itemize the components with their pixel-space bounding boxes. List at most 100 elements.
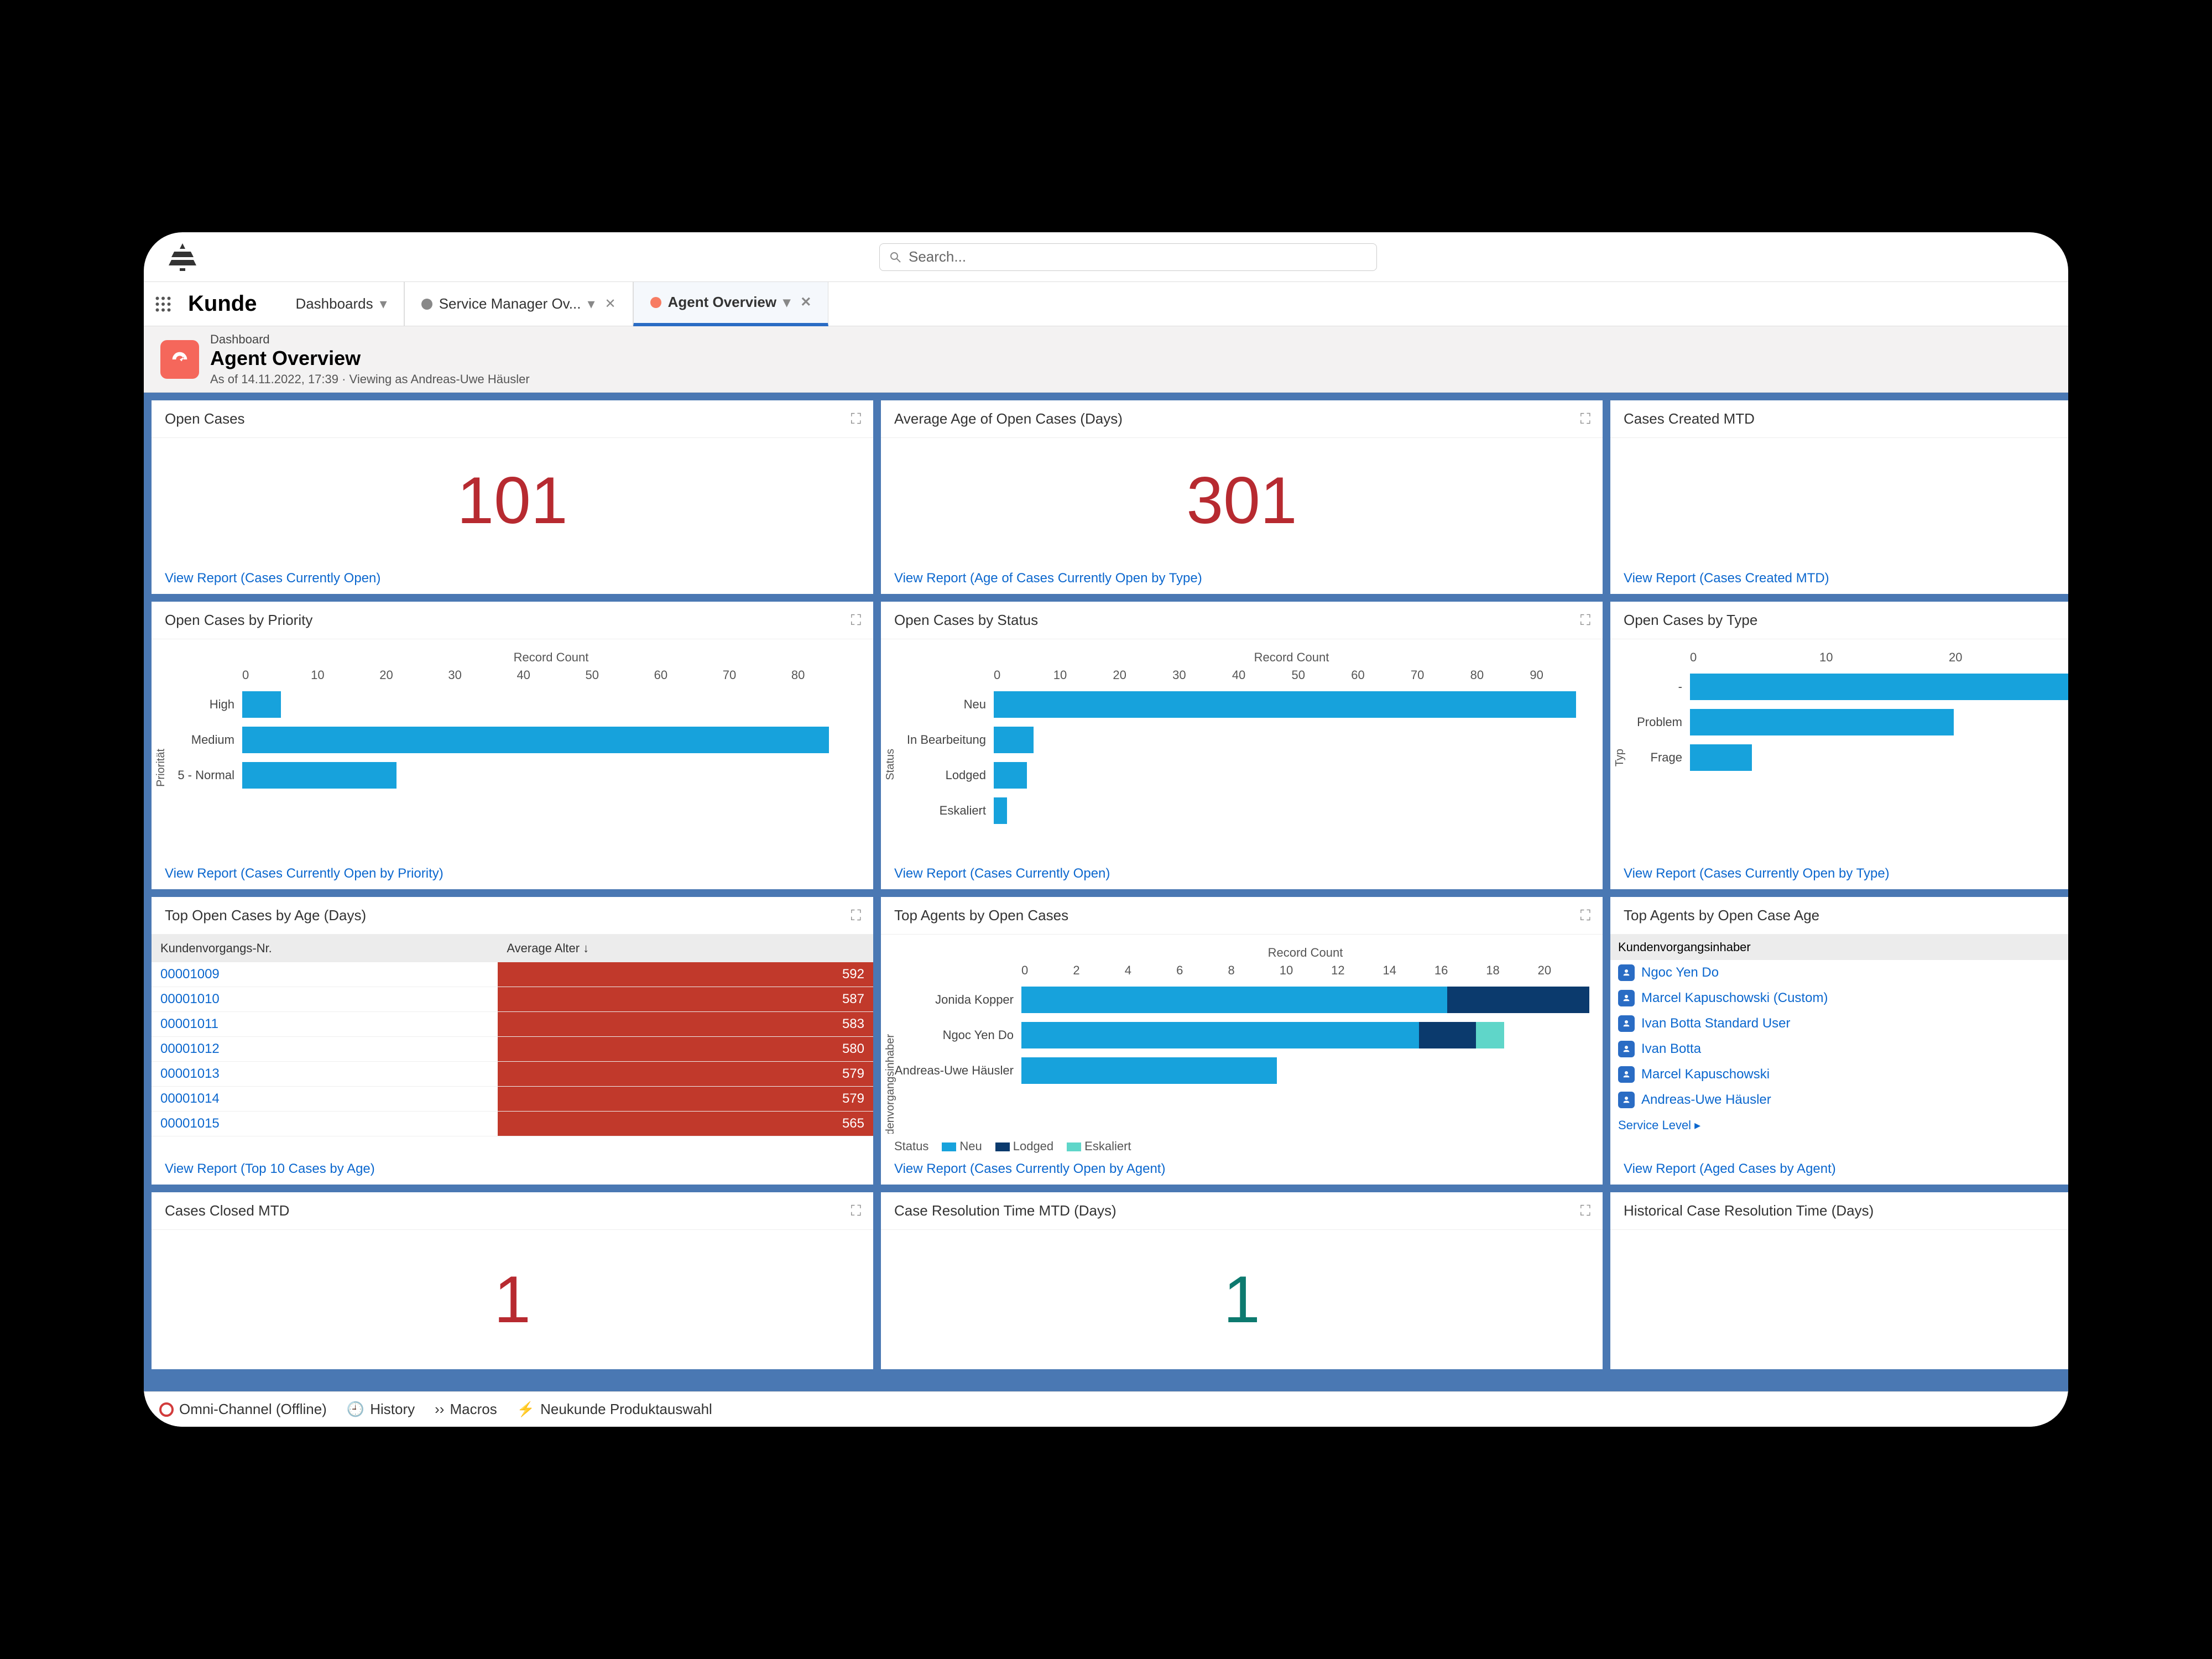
table-row: 00001013579 <box>152 1062 873 1087</box>
history-button[interactable]: 🕘History <box>347 1401 415 1418</box>
table-row: 00001015565 <box>152 1112 873 1136</box>
card-title: Historical Case Resolution Time (Days) <box>1610 1192 2068 1230</box>
cases-age-table: Kundenvorgangs-Nr. Average Alter ↓ 00001… <box>152 935 873 1136</box>
table-row: 00001014 579 <box>152 1087 873 1112</box>
table-header: Kundenvorgangsinhaber <box>1610 935 2068 960</box>
list-item: Ngoc Yen Do <box>1610 960 2068 985</box>
view-report-link[interactable]: View Report (Aged Cases by Agent) <box>1624 1161 1836 1176</box>
y-axis-label: Typ <box>1614 749 1626 766</box>
neukunde-button[interactable]: ⚡Neukunde Produktauswahl <box>517 1401 712 1418</box>
card-open-cases-by-type: Open Cases by Type ⛶ Typ 01020-ProblemFr… <box>1610 602 2068 889</box>
utility-bar: Omni-Channel (Offline) 🕘History ››Macros… <box>144 1391 2068 1427</box>
card-open-cases-by-status: Open Cases by Status ⛶ Status Record Cou… <box>881 602 1603 889</box>
table-header[interactable]: Kundenvorgangs-Nr. <box>152 935 498 962</box>
expand-icon[interactable]: ⛶ <box>851 1202 861 1220</box>
dashboard-grid: Open Cases ⛶ 101 View Report (Cases Curr… <box>144 393 2068 1391</box>
org-logo-icon <box>166 241 199 274</box>
app-launcher-icon[interactable] <box>144 294 182 314</box>
person-icon <box>1618 990 1635 1006</box>
omni-channel-button[interactable]: Omni-Channel (Offline) <box>159 1401 327 1418</box>
view-report-link[interactable]: View Report (Cases Currently Open) <box>894 866 1110 881</box>
expand-icon[interactable]: ⛶ <box>851 410 861 428</box>
expand-icon[interactable]: ⛶ <box>851 612 861 629</box>
macros-icon: ›› <box>435 1401 444 1418</box>
agent-link[interactable]: Ivan Botta <box>1641 1041 1701 1057</box>
expand-icon[interactable]: ⛶ <box>1580 1202 1590 1220</box>
expand-icon[interactable]: ⛶ <box>851 907 861 925</box>
expand-icon[interactable]: ⛶ <box>1580 410 1590 428</box>
list-item: Marcel Kapuschowski <box>1610 1062 2068 1087</box>
age-value: 587 <box>498 987 873 1012</box>
chevron-down-icon[interactable]: ▾ <box>587 295 594 312</box>
chart-legend: Status Neu Lodged Eskaliert <box>881 1134 1603 1154</box>
page-eyebrow: Dashboard <box>210 332 530 347</box>
expand-icon[interactable]: ⛶ <box>1580 612 1590 629</box>
view-report-link[interactable]: View Report (Cases Created MTD) <box>1624 571 1829 586</box>
x-axis-label: Record Count <box>242 650 860 665</box>
close-icon[interactable]: ✕ <box>605 296 616 312</box>
view-report-link[interactable]: View Report (Cases Currently Open) <box>165 571 380 586</box>
table-header[interactable]: Average Alter ↓ <box>498 935 873 962</box>
agent-link[interactable]: Andreas-Uwe Häusler <box>1641 1092 1771 1108</box>
card-title: Top Agents by Open Case Age <box>1610 897 2068 935</box>
search-icon <box>889 251 902 264</box>
table-row: 00001010 587 <box>152 987 873 1012</box>
y-axis-label: Status <box>884 749 897 780</box>
age-value: 579 <box>498 1087 873 1112</box>
view-report-link[interactable]: View Report (Cases Currently Open by Age… <box>894 1161 1165 1176</box>
x-axis-label: Record Count <box>994 650 1589 665</box>
list-item: Ivan Botta Standard User <box>1610 1011 2068 1036</box>
agent-link[interactable]: Marcel Kapuschowski <box>1641 1067 1770 1082</box>
card-top-agents-open-cases: Top Agents by Open Cases ⛶ Kundenvorgang… <box>881 897 1603 1185</box>
top-bar: Search... <box>144 232 2068 282</box>
table-row: 00001012 580 <box>152 1037 873 1062</box>
view-report-link[interactable]: View Report (Cases Currently Open by Typ… <box>1624 866 1890 881</box>
agent-link[interactable]: Marcel Kapuschowski (Custom) <box>1641 990 1828 1006</box>
case-link[interactable]: 00001013 <box>160 1066 220 1081</box>
view-report-link[interactable]: View Report (Cases Currently Open by Pri… <box>165 866 444 881</box>
person-icon <box>1618 964 1635 981</box>
service-level-link[interactable]: Service Level ▸ <box>1610 1113 2068 1138</box>
card-title: Top Agents by Open Cases <box>881 897 1603 935</box>
table-row: 00001009592 <box>152 962 873 987</box>
case-link[interactable]: 00001011 <box>160 1016 218 1031</box>
agent-link[interactable]: Ngoc Yen Do <box>1641 965 1719 980</box>
case-link[interactable]: 00001014 <box>160 1091 220 1106</box>
dashboard-icon <box>650 297 661 308</box>
y-axis-label: Priorität <box>155 749 168 787</box>
view-report-link[interactable]: View Report (Top 10 Cases by Age) <box>165 1161 375 1176</box>
close-icon[interactable]: ✕ <box>800 294 811 310</box>
legend-swatch-neu <box>942 1142 956 1151</box>
card-title: Average Age of Open Cases (Days) <box>881 400 1603 438</box>
card-title: Top Open Cases by Age (Days) <box>152 897 873 935</box>
case-link[interactable]: 00001009 <box>160 967 220 982</box>
tab-service-manager-overview[interactable]: Service Manager Ov... ▾ ✕ <box>404 282 633 326</box>
card-title: Open Cases <box>152 400 873 438</box>
app-name: Kunde <box>182 291 279 316</box>
person-icon <box>1618 1015 1635 1032</box>
card-title: Open Cases by Priority <box>152 602 873 639</box>
chevron-down-icon[interactable]: ▾ <box>783 294 790 311</box>
agent-link[interactable]: Ivan Botta Standard User <box>1641 1016 1790 1031</box>
table-row: 00001011583 <box>152 1012 873 1037</box>
legend-swatch-eskaliert <box>1067 1142 1081 1151</box>
tab-agent-overview[interactable]: Agent Overview ▾ ✕ <box>633 282 829 326</box>
case-link[interactable]: 00001015 <box>160 1116 220 1131</box>
card-title: Open Cases by Status <box>881 602 1603 639</box>
chevron-down-icon[interactable]: ▾ <box>380 295 387 312</box>
dashboard-icon <box>421 299 432 310</box>
metric-value: 301 <box>894 449 1589 552</box>
clock-icon: 🕘 <box>347 1401 364 1418</box>
case-link[interactable]: 00001012 <box>160 1041 220 1056</box>
card-top-agents-by-age: Top Agents by Open Case Age ⛶ Kundenvorg… <box>1610 897 2068 1185</box>
case-link[interactable]: 00001010 <box>160 992 220 1006</box>
macros-button[interactable]: ››Macros <box>435 1401 497 1418</box>
global-search-input[interactable]: Search... <box>879 243 1377 271</box>
metric-value: 101 <box>165 449 860 552</box>
view-report-link[interactable]: View Report (Age of Cases Currently Open… <box>894 571 1202 586</box>
age-value: 580 <box>498 1037 873 1062</box>
list-item: Ivan Botta <box>1610 1036 2068 1062</box>
tab-dashboards[interactable]: Dashboards ▾ <box>279 282 404 326</box>
expand-icon[interactable]: ⛶ <box>1580 907 1590 925</box>
card-cases-created-mtd: Cases Created MTD ⛶ View Report (Cases C… <box>1610 400 2068 594</box>
